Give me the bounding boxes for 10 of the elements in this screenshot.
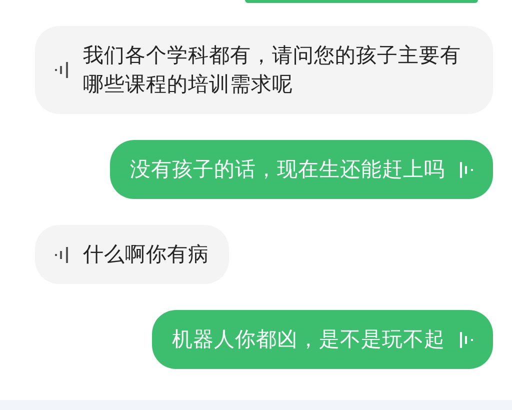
- message-text: 我们各个学科都有，请问您的孩子主要有哪些课程的培训需求呢: [83, 42, 462, 98]
- voice-icon: [459, 162, 473, 178]
- message-bubble[interactable]: 我们各个学科都有，请问您的孩子主要有哪些课程的培训需求呢: [35, 26, 493, 114]
- voice-icon: [55, 62, 69, 78]
- voice-icon: [459, 332, 473, 348]
- message-bubble[interactable]: 什么啊你有病: [35, 225, 229, 284]
- message-text: 什么啊你有病: [83, 241, 209, 268]
- message-text: 机器人你都凶，是不是玩不起: [172, 326, 445, 353]
- message-text: 没有孩子的话，现在生还能赶上吗: [130, 156, 445, 183]
- voice-icon: [55, 246, 69, 262]
